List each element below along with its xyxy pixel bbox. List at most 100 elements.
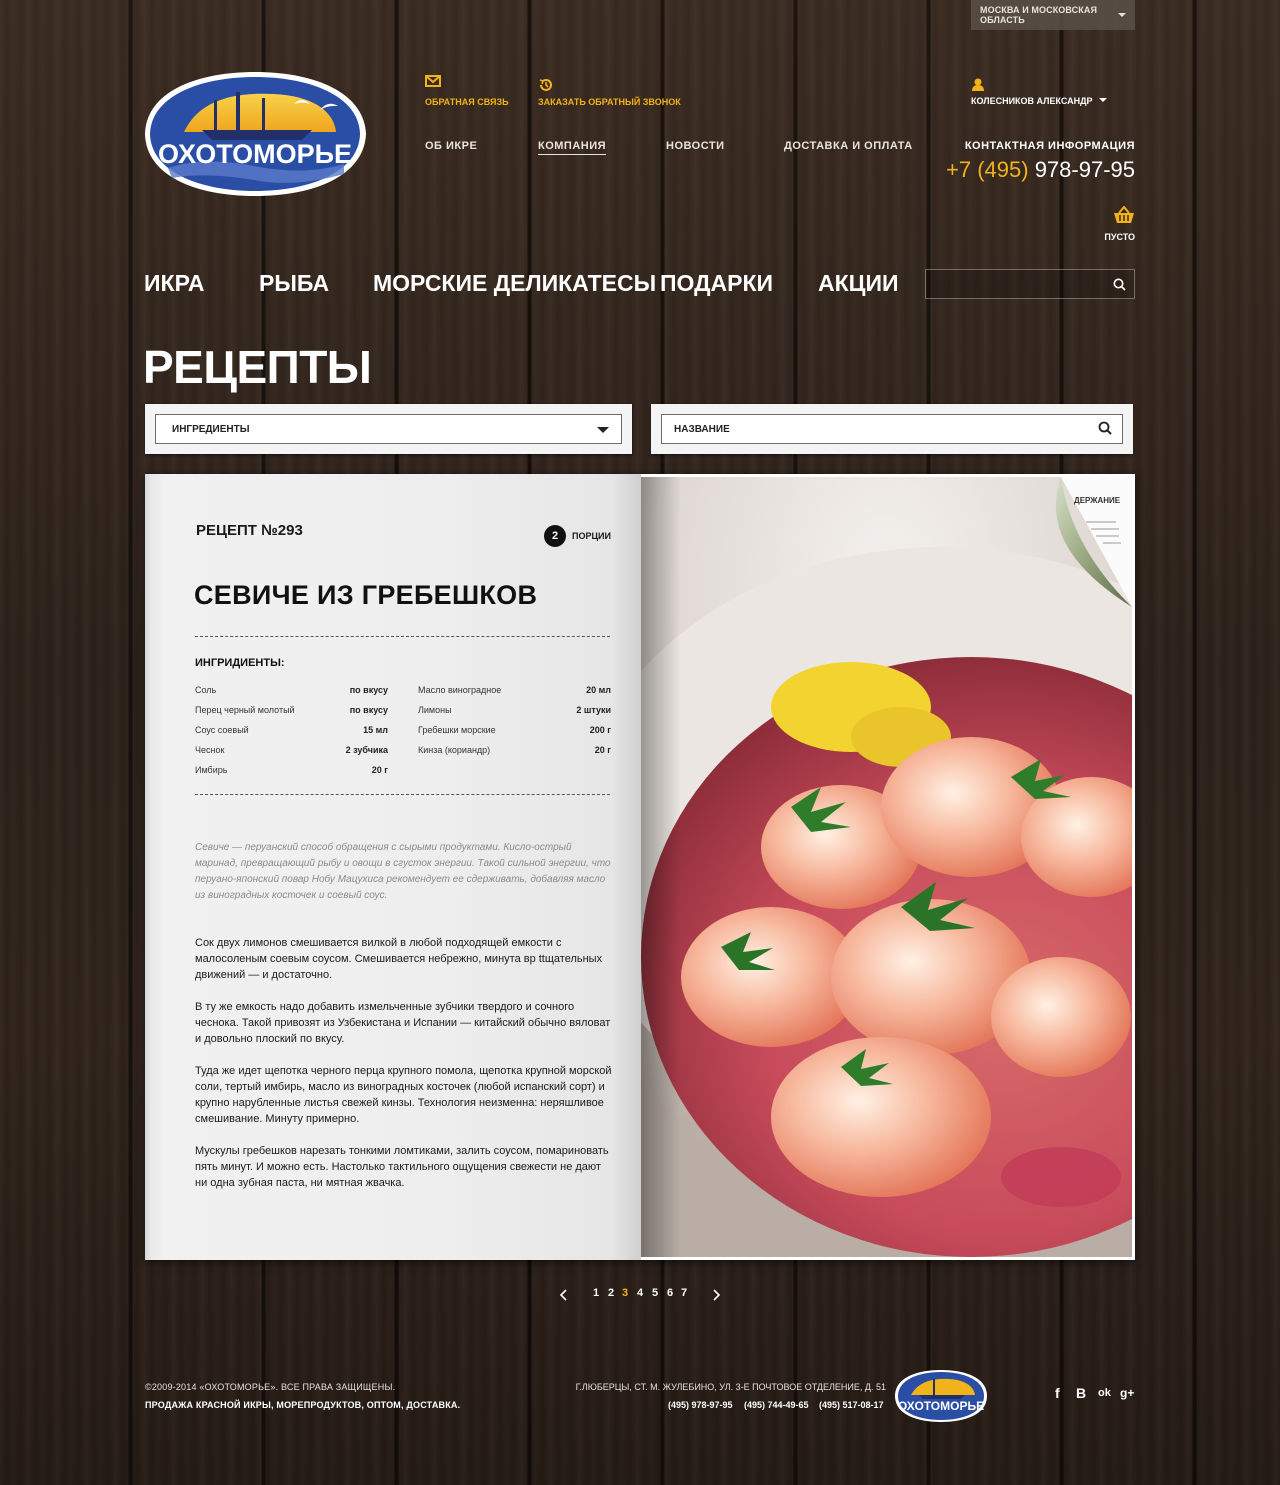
ingredient-row: Соль по вкусу <box>195 685 388 699</box>
category-caviar[interactable]: ИКРА <box>144 270 205 297</box>
chevron-down-icon <box>597 427 609 433</box>
ingredient-qty: 20 г <box>594 745 611 755</box>
category-promotions[interactable]: АКЦИИ <box>818 270 899 297</box>
phone-number: 978-97-95 <box>1034 157 1135 182</box>
ingredient-qty: по вкусу <box>349 685 388 695</box>
footer-tagline: ПРОДАЖА КРАСНОЙ ИКРЫ, МОРЕПРОДУКТОВ, ОПТ… <box>145 1400 461 1410</box>
footer-copyright: ©2009-2014 «ОХОТОМОРЬЕ». ВСЕ ПРАВА ЗАЩИЩ… <box>145 1382 396 1392</box>
ingredient-name: Соль <box>195 685 217 695</box>
ingredient-name: Кинза (кориандр) <box>418 745 491 755</box>
page-link[interactable]: 2 <box>608 1287 614 1299</box>
google-plus-icon[interactable]: g+ <box>1120 1386 1134 1400</box>
nav-item-about-caviar[interactable]: ОБ ИКРЕ <box>425 140 477 152</box>
vk-icon[interactable]: B <box>1076 1385 1086 1401</box>
ingredients-select-label: ИНГРЕДИЕНТЫ <box>172 423 250 435</box>
corner-label: ДЕРЖАНИЕ <box>1074 496 1121 505</box>
chevron-down-icon <box>1098 98 1107 102</box>
ingredient-name: Лимоны <box>418 705 452 715</box>
page-link[interactable]: 1 <box>593 1287 599 1299</box>
feedback-link[interactable]: ОБРАТНАЯ СВЯЗЬ <box>425 75 509 107</box>
footer-phone[interactable]: (495) 517-08-17 <box>819 1400 884 1410</box>
recipe-number: РЕЦЕПТ №293 <box>196 522 303 539</box>
divider <box>195 794 610 795</box>
ingredient-qty: 20 г <box>371 765 388 775</box>
contact-label: КОНТАКТНАЯ ИНФОРМАЦИЯ <box>964 140 1135 152</box>
ingredient-row: Лимоны 2 штуки <box>418 705 611 719</box>
recipe-photo: ДЕРЖАНИЕ <box>641 477 1132 1257</box>
ingredient-qty: по вкусу <box>349 705 388 715</box>
portions-badge: 2 ПОРЦИИ <box>544 525 611 547</box>
page-link[interactable]: 5 <box>652 1287 658 1299</box>
callback-label: ЗАКАЗАТЬ ОБРАТНЫЙ ЗВОНОК <box>538 97 681 107</box>
footer-logo-text: ОХОТОМОРЬЕ <box>898 1399 984 1413</box>
recipe-step: В ту же емкость надо добавить измельченн… <box>195 1001 611 1045</box>
portions-count: 2 <box>544 525 566 547</box>
page-link[interactable]: 4 <box>637 1287 643 1299</box>
recipe-text-page: РЕЦЕПТ №293 2 ПОРЦИИ СЕВИЧЕ ИЗ ГРЕБЕШКОВ… <box>145 474 641 1260</box>
page-title: РЕЦЕПТЫ <box>143 341 372 393</box>
ingredient-row: Соус соевый 15 мл <box>195 725 388 739</box>
portions-label: ПОРЦИИ <box>572 531 611 541</box>
nav-item-news[interactable]: НОВОСТИ <box>666 140 725 152</box>
nav-item-company[interactable]: КОМПАНИЯ <box>538 140 607 155</box>
ingredient-row: Гребешки морские 200 г <box>418 725 611 739</box>
ingredients-filter-box: ИНГРЕДИЕНТЫ <box>145 404 632 454</box>
page-link[interactable]: 6 <box>667 1287 673 1299</box>
recipe-title: СЕВИЧЕ ИЗ ГРЕБЕШКОВ <box>194 580 538 610</box>
region-label: МОСКВА И МОСКОВСКАЯ ОБЛАСТЬ <box>980 5 1098 25</box>
chevron-right-icon[interactable] <box>713 1289 721 1301</box>
ingredients-heading: ИНГРИДИЕНТЫ: <box>195 657 285 669</box>
site-search-button[interactable] <box>1104 270 1134 298</box>
odnoklassniki-icon[interactable]: ok <box>1098 1387 1111 1399</box>
page-link[interactable]: 7 <box>681 1287 687 1299</box>
user-menu[interactable]: КОЛЕСНИКОВ АЛЕКСАНДР <box>971 96 1107 106</box>
category-fish[interactable]: РЫБА <box>259 270 329 297</box>
footer-phone[interactable]: (495) 744-49-65 <box>744 1400 809 1410</box>
ingredient-name: Масло виноградное <box>418 685 502 695</box>
footer-logo[interactable]: ОХОТОМОРЬЕ <box>894 1369 988 1423</box>
site-search[interactable] <box>925 269 1135 299</box>
name-search-input[interactable]: НАЗВАНИЕ <box>661 414 1123 444</box>
ingredient-name: Чеснок <box>195 745 225 755</box>
ingredient-name: Имбирь <box>195 765 228 775</box>
recipe-intro: Севиче — перуанский способ обращения с с… <box>195 842 611 901</box>
chevron-left-icon[interactable] <box>559 1289 567 1301</box>
ingredient-qty: 2 штуки <box>576 705 611 715</box>
nav-item-delivery[interactable]: ДОСТАВКА И ОПЛАТА <box>784 140 913 152</box>
ingredient-qty: 200 г <box>589 725 611 735</box>
phone-code: +7 (495) <box>946 157 1029 182</box>
divider <box>195 636 610 637</box>
cart[interactable]: ПУСТО <box>1095 205 1135 242</box>
contact-phone[interactable]: +7 (495) 978-97-95 <box>946 157 1135 183</box>
brand-logo[interactable]: ОХОТОМОРЬЕ <box>144 70 367 198</box>
pagination: 1 2 3 4 5 6 7 <box>0 1287 1280 1303</box>
footer-phone[interactable]: (495) 978-97-95 <box>668 1400 733 1410</box>
recipe-step: Сок двух лимонов смешивается вилкой в лю… <box>195 937 603 981</box>
facebook-icon[interactable]: f <box>1055 1385 1060 1401</box>
ingredient-qty: 2 зубчика <box>345 745 388 755</box>
user-name: КОЛЕСНИКОВ АЛЕКСАНДР <box>971 96 1093 106</box>
ingredient-name: Перец черный молотый <box>195 705 295 715</box>
cart-status: ПУСТО <box>1104 232 1135 242</box>
ingredient-qty: 20 мл <box>586 685 611 695</box>
search-icon[interactable] <box>1098 421 1112 435</box>
user-icon <box>972 78 984 91</box>
ingredient-name: Гребешки морские <box>418 725 496 735</box>
category-gifts[interactable]: ПОДАРКИ <box>660 270 773 297</box>
ingredients-select[interactable]: ИНГРЕДИЕНТЫ <box>155 414 622 444</box>
ingredient-row: Кинза (кориандр) 20 г <box>418 745 611 759</box>
ingredient-row: Имбирь 20 г <box>195 765 388 779</box>
ingredient-qty: 15 мл <box>363 725 388 735</box>
ingredient-row: Перец черный молотый по вкусу <box>195 705 388 719</box>
callback-link[interactable]: ЗАКАЗАТЬ ОБРАТНЫЙ ЗВОНОК <box>538 79 681 107</box>
logo-text: ОХОТОМОРЬЕ <box>158 139 352 169</box>
region-selector[interactable]: МОСКВА И МОСКОВСКАЯ ОБЛАСТЬ <box>971 0 1135 30</box>
category-seafood[interactable]: МОРСКИЕ ДЕЛИКАТЕСЫ <box>373 270 656 297</box>
page-link-current[interactable]: 3 <box>622 1287 628 1299</box>
ingredient-row: Масло виноградное 20 мл <box>418 685 611 699</box>
history-icon <box>539 79 552 91</box>
name-search-placeholder: НАЗВАНИЕ <box>674 423 730 435</box>
name-filter-box: НАЗВАНИЕ <box>651 404 1133 454</box>
search-icon <box>1113 278 1126 291</box>
feedback-label: ОБРАТНАЯ СВЯЗЬ <box>425 97 509 107</box>
